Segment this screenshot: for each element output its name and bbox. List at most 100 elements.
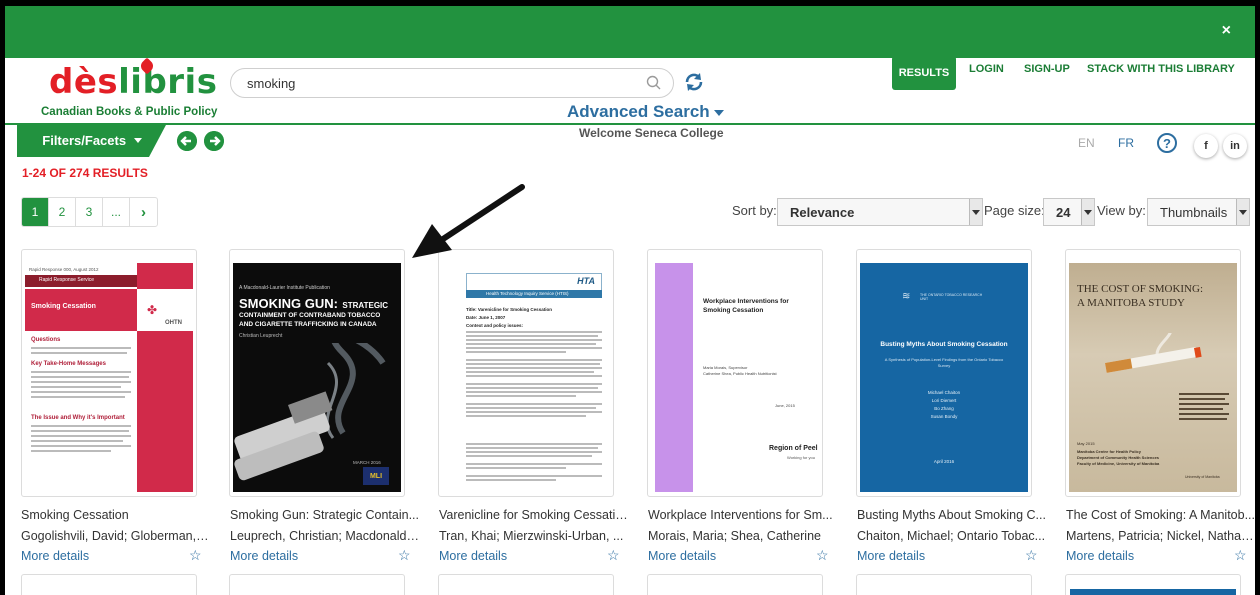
- book-cover-1[interactable]: Rapid Response 000, August 2012 Rapid Re…: [25, 263, 193, 492]
- browser-frame: × dèslibris Canadian Books & Public Poli…: [5, 6, 1255, 595]
- cover-author-2: Lori Diemert: [931, 398, 957, 403]
- result-card-3[interactable]: HTA Health Technology Inquiry Service (H…: [438, 249, 614, 497]
- cover-text-line: [31, 381, 131, 383]
- page-1-button[interactable]: 1: [22, 198, 49, 226]
- cover-text-line: [466, 367, 602, 369]
- result-card-11[interactable]: [856, 574, 1032, 595]
- cover-text-line: [31, 386, 121, 388]
- result-title-1[interactable]: Smoking Cessation: [21, 508, 211, 522]
- advanced-search-link[interactable]: Advanced Search: [567, 102, 724, 122]
- view-by-select[interactable]: Thumbnails: [1147, 198, 1250, 226]
- cover-text-line: [466, 351, 566, 353]
- cover-author-1: Michael Chaiton: [927, 390, 961, 395]
- more-details-link-5[interactable]: More details: [857, 549, 925, 563]
- next-page-button[interactable]: ›: [130, 198, 157, 226]
- cover-text-line: [1179, 398, 1225, 400]
- star-icon[interactable]: ☆: [607, 547, 620, 564]
- caret-down-icon: [133, 137, 142, 143]
- page-size-select[interactable]: 24: [1043, 198, 1095, 226]
- more-details-link-6[interactable]: More details: [1066, 549, 1134, 563]
- cover-text-line: [31, 435, 131, 437]
- search-box[interactable]: [230, 68, 674, 98]
- cover-text-line: [31, 430, 129, 432]
- book-cover-6[interactable]: THE COST OF SMOKING: A MANITOBA STUDY Ma…: [1069, 263, 1237, 492]
- ohtn-logo-icon: ✤: [147, 303, 158, 317]
- star-icon[interactable]: ☆: [189, 547, 202, 564]
- cover-line-3: Context and policy issues:: [466, 323, 524, 328]
- result-card-8[interactable]: [229, 574, 405, 595]
- star-icon[interactable]: ☆: [1234, 547, 1247, 564]
- close-icon[interactable]: ×: [1222, 22, 1231, 40]
- forward-arrow-icon[interactable]: [204, 131, 224, 151]
- nav-login-link[interactable]: LOGIN: [969, 63, 1004, 75]
- result-card-6[interactable]: THE COST OF SMOKING: A MANITOBA STUDY Ma…: [1065, 249, 1241, 497]
- result-card-7[interactable]: [21, 574, 197, 595]
- cover-date: June, 2015: [775, 403, 795, 408]
- book-cover-5[interactable]: THE ONTARIO TOBACCO RESEARCH UNIT ≋ Bust…: [860, 263, 1028, 492]
- book-cover-3[interactable]: HTA Health Technology Inquiry Service (H…: [442, 263, 610, 492]
- filter-bar-line: [5, 123, 1255, 125]
- cover-text-line: [1179, 403, 1229, 405]
- cover-text-line: [466, 443, 602, 445]
- back-arrow-icon[interactable]: [177, 131, 197, 151]
- nav-stack-link[interactable]: STACK WITH THIS LIBRARY: [1087, 63, 1235, 75]
- result-title-6[interactable]: The Cost of Smoking: A Manitob...: [1066, 508, 1255, 522]
- page-2-button[interactable]: 2: [49, 198, 76, 226]
- star-icon[interactable]: ☆: [398, 547, 411, 564]
- result-title-2[interactable]: Smoking Gun: Strategic Contain...: [230, 508, 420, 522]
- cover-org-tag: Working for you: [787, 455, 815, 460]
- refresh-icon[interactable]: [683, 71, 705, 93]
- result-card-5[interactable]: THE ONTARIO TOBACCO RESEARCH UNIT ≋ Bust…: [856, 249, 1032, 497]
- sort-by-select[interactable]: Relevance: [777, 198, 983, 226]
- cover-title: Workplace Interventions for Smoking Cess…: [703, 298, 789, 314]
- result-card-2[interactable]: A Macdonald-Laurier Institute Publicatio…: [229, 249, 405, 497]
- help-icon[interactable]: ?: [1157, 133, 1177, 153]
- search-icon[interactable]: [645, 74, 663, 92]
- facebook-icon[interactable]: f: [1194, 134, 1218, 158]
- result-card-12[interactable]: [1065, 574, 1241, 595]
- filters-facets-button[interactable]: Filters/Facets: [17, 123, 167, 157]
- deslibris-logo[interactable]: dèslibris: [49, 57, 217, 102]
- result-title-3[interactable]: Varenicline for Smoking Cessation: [439, 508, 629, 522]
- result-card-4[interactable]: Workplace Interventions for Smoking Cess…: [647, 249, 823, 497]
- nav-signup-link[interactable]: SIGN-UP: [1024, 63, 1070, 75]
- result-card-10[interactable]: [647, 574, 823, 595]
- view-by-label: View by:: [1097, 203, 1146, 218]
- book-cover-4[interactable]: Workplace Interventions for Smoking Cess…: [651, 263, 819, 492]
- cover-text-line: [466, 479, 556, 481]
- more-details-link-1[interactable]: More details: [21, 549, 89, 563]
- more-details-link-4[interactable]: More details: [648, 549, 716, 563]
- cover-title-1: THE COST OF SMOKING:: [1077, 283, 1204, 295]
- cover-text-line: [31, 391, 131, 393]
- more-details-link-3[interactable]: More details: [439, 549, 507, 563]
- page-3-button[interactable]: 3: [76, 198, 103, 226]
- lang-en-link[interactable]: EN: [1078, 136, 1095, 150]
- cover-side-column: [137, 331, 193, 492]
- cover-text-line: [466, 359, 602, 361]
- search-input[interactable]: [245, 75, 649, 92]
- result-title-4[interactable]: Workplace Interventions for Sm...: [648, 508, 838, 522]
- cover-author-2: Catherine Shea, Public Health Nutritioni…: [703, 371, 777, 376]
- cover-author-3: Bo Zhang: [934, 406, 954, 411]
- cover-text-line: [31, 425, 131, 427]
- book-cover-2[interactable]: A Macdonald-Laurier Institute Publicatio…: [233, 263, 401, 492]
- page-ellipsis-button[interactable]: ...: [103, 198, 130, 226]
- more-details-link-2[interactable]: More details: [230, 549, 298, 563]
- cover-text-line: [466, 395, 576, 397]
- nav-results-button[interactable]: RESULTS: [892, 56, 956, 90]
- star-icon[interactable]: ☆: [816, 547, 829, 564]
- cover-text-line: [1179, 408, 1223, 410]
- cover-authors: Michael Chaiton Lori Diemert Bo Zhang Su…: [866, 389, 1022, 421]
- lang-fr-link[interactable]: FR: [1118, 136, 1134, 150]
- star-icon[interactable]: ☆: [1025, 547, 1038, 564]
- cover-date: April 2016: [933, 459, 955, 464]
- cover-title: SMOKING GUN:: [239, 296, 338, 311]
- cover-date: May 2015: [1077, 441, 1095, 446]
- cover-org: OHTN: [165, 320, 182, 326]
- result-card-1[interactable]: Rapid Response 000, August 2012 Rapid Re…: [21, 249, 197, 497]
- result-title-5[interactable]: Busting Myths About Smoking C...: [857, 508, 1047, 522]
- cover-section-3: The Issue and Why it's Important: [31, 415, 125, 421]
- linkedin-icon[interactable]: in: [1223, 134, 1247, 158]
- result-card-9[interactable]: [438, 574, 614, 595]
- cover-org: Region of Peel: [769, 445, 818, 452]
